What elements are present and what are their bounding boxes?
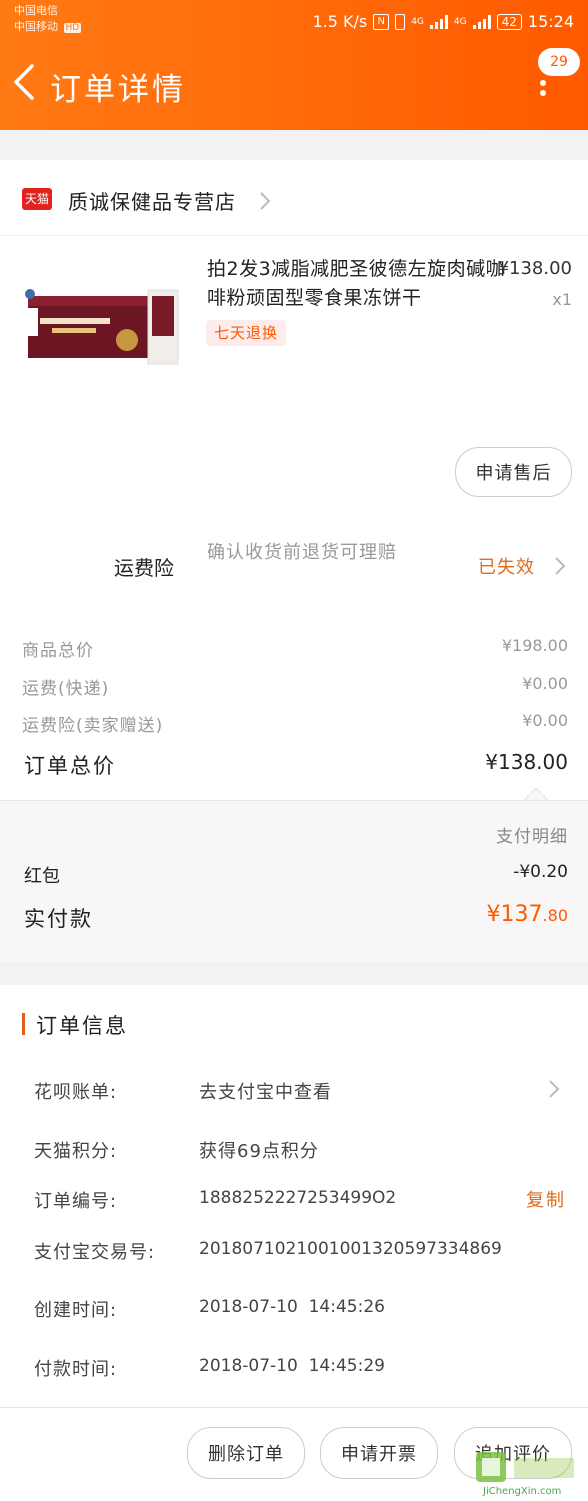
nfc-icon: N: [373, 13, 390, 30]
after-sale-button[interactable]: 申请售后: [455, 447, 572, 497]
chevron-right-icon[interactable]: [258, 190, 272, 212]
shipping-label: 运费(快递): [22, 679, 110, 699]
order-number-value: 1888252227253499O2: [199, 1188, 397, 1208]
copy-button[interactable]: 复制: [526, 1186, 566, 1212]
more-vertical-icon[interactable]: [540, 80, 546, 100]
page-title: 订单详情: [50, 72, 186, 108]
insurance-label: 运费险: [114, 556, 174, 580]
return-policy-tag: 七天退换: [206, 320, 287, 346]
order-total-value: ¥138.00: [485, 750, 568, 774]
status-bar: 中国电信 中国移动 HD 1.5 K/s N 4G 4G 42 15:24: [0, 0, 588, 42]
shop-name[interactable]: 质诚保健品专营店: [68, 186, 236, 215]
created-time-value: 2018-07-10 14:45:26: [199, 1297, 385, 1317]
payment-detail-link[interactable]: 支付明细: [496, 822, 568, 847]
network-label-2: 4G: [453, 16, 467, 27]
product-quantity: x1: [552, 290, 572, 309]
chevron-right-icon[interactable]: [553, 555, 567, 577]
section-accent-bar: [22, 1013, 25, 1035]
signal-icon-1: [429, 14, 448, 29]
paid-amount-main: ¥137: [486, 902, 543, 927]
chevron-left-icon[interactable]: [10, 62, 38, 102]
order-number-label: 订单编号:: [34, 1191, 118, 1212]
signal-icon-2: [472, 14, 491, 29]
paid-amount-label: 实付款: [24, 907, 93, 931]
hd-badge: HD: [63, 23, 82, 33]
status-right: 1.5 K/s N 4G 4G 42 15:24: [312, 12, 574, 31]
caret-up-icon: [524, 788, 548, 800]
red-packet-label: 红包: [24, 866, 60, 887]
net-speed: 1.5 K/s: [312, 12, 368, 31]
shipping-insurance-value: ¥0.00: [522, 711, 568, 730]
vibrate-icon: [395, 13, 406, 30]
carrier-info: 中国电信 中国移动 HD: [14, 3, 82, 36]
carrier-2: 中国移动: [14, 20, 58, 33]
shipping-insurance-label: 运费险(卖家赠送): [22, 716, 164, 736]
alipay-trade-label: 支付宝交易号:: [34, 1242, 156, 1263]
delete-order-button[interactable]: 删除订单: [187, 1427, 305, 1479]
order-info-title: 订单信息: [36, 1014, 128, 1038]
red-packet-value: -¥0.20: [513, 862, 568, 882]
carrier-1: 中国电信: [14, 4, 58, 17]
request-invoice-button[interactable]: 申请开票: [320, 1427, 438, 1479]
shipping-value: ¥0.00: [522, 674, 568, 693]
insurance-description: 确认收货前退货可理赔: [207, 542, 397, 563]
tmall-points-label: 天猫积分:: [34, 1141, 118, 1162]
huabei-bill-label: 花呗账单:: [34, 1082, 118, 1103]
tmall-points-value: 获得69点积分: [199, 1141, 319, 1162]
paid-amount-cents: .80: [542, 906, 568, 925]
product-title[interactable]: 拍2发3减脂减肥圣彼德左旋肉碱咖啡粉顽固型零食果冻饼干: [207, 255, 507, 313]
created-time-label: 创建时间:: [34, 1300, 118, 1321]
tmall-tag: 天猫: [22, 188, 52, 210]
paid-amount-value: ¥137.80: [487, 902, 568, 927]
subtotal-label: 商品总价: [22, 641, 94, 661]
order-total-label: 订单总价: [24, 754, 116, 778]
paid-time-label: 付款时间:: [34, 1359, 118, 1380]
message-count-badge[interactable]: 29: [538, 48, 580, 76]
battery-icon: 42: [496, 13, 522, 30]
app-header: 中国电信 中国移动 HD 1.5 K/s N 4G 4G 42 15:24 订单…: [0, 0, 588, 130]
network-label-1: 4G: [411, 16, 424, 27]
product-divider: [0, 235, 588, 236]
huabei-bill-value[interactable]: 去支付宝中查看: [199, 1078, 332, 1104]
watermark-text: JiChengXin.com: [483, 1486, 562, 1497]
product-image[interactable]: [22, 282, 182, 374]
chevron-right-icon[interactable]: [547, 1078, 561, 1100]
paid-time-value: 2018-07-10 14:45:29: [199, 1356, 385, 1376]
insurance-status[interactable]: 已失效: [478, 553, 535, 579]
subtotal-value: ¥198.00: [501, 636, 568, 655]
payment-divider: [0, 800, 588, 801]
clock: 15:24: [527, 12, 574, 31]
product-price: ¥138.00: [497, 258, 572, 279]
alipay-trade-value: 2018071021001001320597334869: [199, 1239, 502, 1259]
